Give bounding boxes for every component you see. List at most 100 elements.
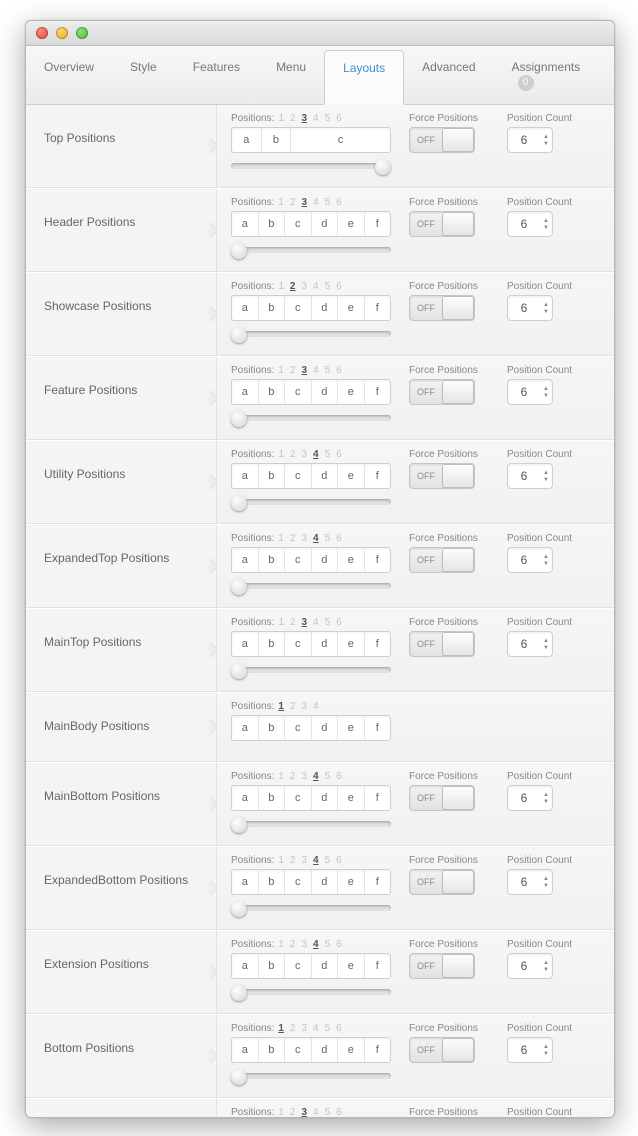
position-cell[interactable]: e <box>338 954 365 978</box>
toggle-knob[interactable] <box>442 954 474 978</box>
position-cell[interactable]: a <box>232 548 259 572</box>
toggle-knob[interactable] <box>442 380 474 404</box>
position-cells[interactable]: abcdef <box>231 547 391 573</box>
force-positions-toggle[interactable]: OFF <box>409 631 475 657</box>
position-cell[interactable]: b <box>259 380 286 404</box>
position-count-stepper[interactable]: 6▲▼ <box>507 295 553 321</box>
chevron-up-icon[interactable]: ▲ <box>543 218 549 224</box>
position-number[interactable]: 2 <box>290 771 296 782</box>
position-cells[interactable]: abcdef <box>231 715 391 741</box>
position-cells[interactable]: abcdef <box>231 379 391 405</box>
position-count-stepper[interactable]: 6▲▼ <box>507 869 553 895</box>
position-slider[interactable] <box>231 1069 391 1083</box>
position-cell[interactable]: f <box>365 548 391 572</box>
position-number[interactable]: 5 <box>325 617 331 628</box>
tab-menu[interactable]: Menu <box>258 46 324 104</box>
chevron-down-icon[interactable]: ▼ <box>543 225 549 231</box>
position-cell[interactable]: d <box>312 632 339 656</box>
position-slider[interactable] <box>231 579 391 593</box>
position-cells[interactable]: abcdef <box>231 295 391 321</box>
force-positions-toggle[interactable]: OFF <box>409 869 475 895</box>
position-number[interactable]: 6 <box>336 197 342 208</box>
chevron-up-icon[interactable]: ▲ <box>543 960 549 966</box>
position-number[interactable]: 1 <box>278 1107 284 1117</box>
position-slider[interactable] <box>231 901 391 915</box>
position-number[interactable]: 4 <box>313 855 319 866</box>
stepper-arrows[interactable]: ▲▼ <box>540 1044 552 1057</box>
position-cells[interactable]: abcdef <box>231 869 391 895</box>
position-cell[interactable]: d <box>312 716 339 740</box>
slider-thumb[interactable] <box>231 579 247 595</box>
position-cell[interactable]: c <box>285 786 312 810</box>
position-cell[interactable]: c <box>285 632 312 656</box>
position-number[interactable]: 4 <box>313 1023 319 1034</box>
chevron-down-icon[interactable]: ▼ <box>543 141 549 147</box>
position-number[interactable]: 1 <box>278 855 284 866</box>
position-numbers[interactable]: 123456 <box>278 197 341 208</box>
position-number[interactable]: 6 <box>336 533 342 544</box>
position-number[interactable]: 4 <box>313 771 319 782</box>
stepper-arrows[interactable]: ▲▼ <box>540 386 552 399</box>
position-cell[interactable]: a <box>232 870 259 894</box>
position-number[interactable]: 1 <box>278 365 284 376</box>
position-cell[interactable]: b <box>259 716 286 740</box>
position-cell[interactable]: e <box>338 632 365 656</box>
position-number[interactable]: 1 <box>278 617 284 628</box>
window-close-button[interactable] <box>36 27 48 39</box>
position-number[interactable]: 1 <box>278 533 284 544</box>
position-number[interactable]: 5 <box>325 197 331 208</box>
slider-thumb[interactable] <box>231 327 247 343</box>
position-number[interactable]: 2 <box>290 281 296 292</box>
slider-thumb[interactable] <box>231 817 247 833</box>
position-numbers[interactable]: 123456 <box>278 1023 341 1034</box>
position-number[interactable]: 5 <box>325 365 331 376</box>
position-cell[interactable]: a <box>232 212 259 236</box>
position-count-stepper[interactable]: 6▲▼ <box>507 379 553 405</box>
position-cell[interactable]: f <box>365 786 391 810</box>
position-number[interactable]: 4 <box>313 113 319 124</box>
position-cell[interactable]: d <box>312 548 339 572</box>
position-cell[interactable]: c <box>285 870 312 894</box>
position-numbers[interactable]: 123456 <box>278 939 341 950</box>
position-cell[interactable]: e <box>338 870 365 894</box>
position-cell[interactable]: b <box>259 296 286 320</box>
position-cells[interactable]: abcdef <box>231 953 391 979</box>
position-number[interactable]: 6 <box>336 1023 342 1034</box>
position-number[interactable]: 2 <box>290 939 296 950</box>
position-number[interactable]: 2 <box>290 449 296 460</box>
position-numbers[interactable]: 123456 <box>278 1107 341 1117</box>
position-cell[interactable]: c <box>285 464 312 488</box>
position-numbers[interactable]: 123456 <box>278 365 341 376</box>
position-number[interactable]: 1 <box>278 449 284 460</box>
position-number[interactable]: 2 <box>290 113 296 124</box>
position-cell[interactable]: d <box>312 870 339 894</box>
position-cells[interactable]: abcdef <box>231 785 391 811</box>
position-number[interactable]: 2 <box>290 365 296 376</box>
position-number[interactable]: 2 <box>290 617 296 628</box>
position-number[interactable]: 3 <box>301 281 307 292</box>
position-cell[interactable]: b <box>259 464 286 488</box>
chevron-down-icon[interactable]: ▼ <box>543 309 549 315</box>
toggle-knob[interactable] <box>442 296 474 320</box>
tab-style[interactable]: Style <box>112 46 175 104</box>
position-number[interactable]: 6 <box>336 365 342 376</box>
position-cell[interactable]: b <box>259 632 286 656</box>
position-number[interactable]: 4 <box>313 939 319 950</box>
position-cell[interactable]: b <box>259 786 286 810</box>
position-cell[interactable]: a <box>232 128 262 152</box>
position-cell[interactable]: d <box>312 212 339 236</box>
tab-layouts[interactable]: Layouts <box>324 50 404 105</box>
position-count-stepper[interactable]: 6▲▼ <box>507 785 553 811</box>
position-cell[interactable]: b <box>262 128 292 152</box>
position-cell[interactable]: d <box>312 1038 339 1062</box>
position-numbers[interactable]: 123456 <box>278 617 341 628</box>
tab-assignments[interactable]: Assignments0 <box>494 46 615 104</box>
toggle-knob[interactable] <box>442 870 474 894</box>
chevron-down-icon[interactable]: ▼ <box>543 645 549 651</box>
stepper-arrows[interactable]: ▲▼ <box>540 470 552 483</box>
position-number[interactable]: 5 <box>325 1023 331 1034</box>
slider-thumb[interactable] <box>231 663 247 679</box>
position-numbers[interactable]: 123456 <box>278 533 341 544</box>
position-slider[interactable] <box>231 985 391 999</box>
position-cells[interactable]: abcdef <box>231 463 391 489</box>
